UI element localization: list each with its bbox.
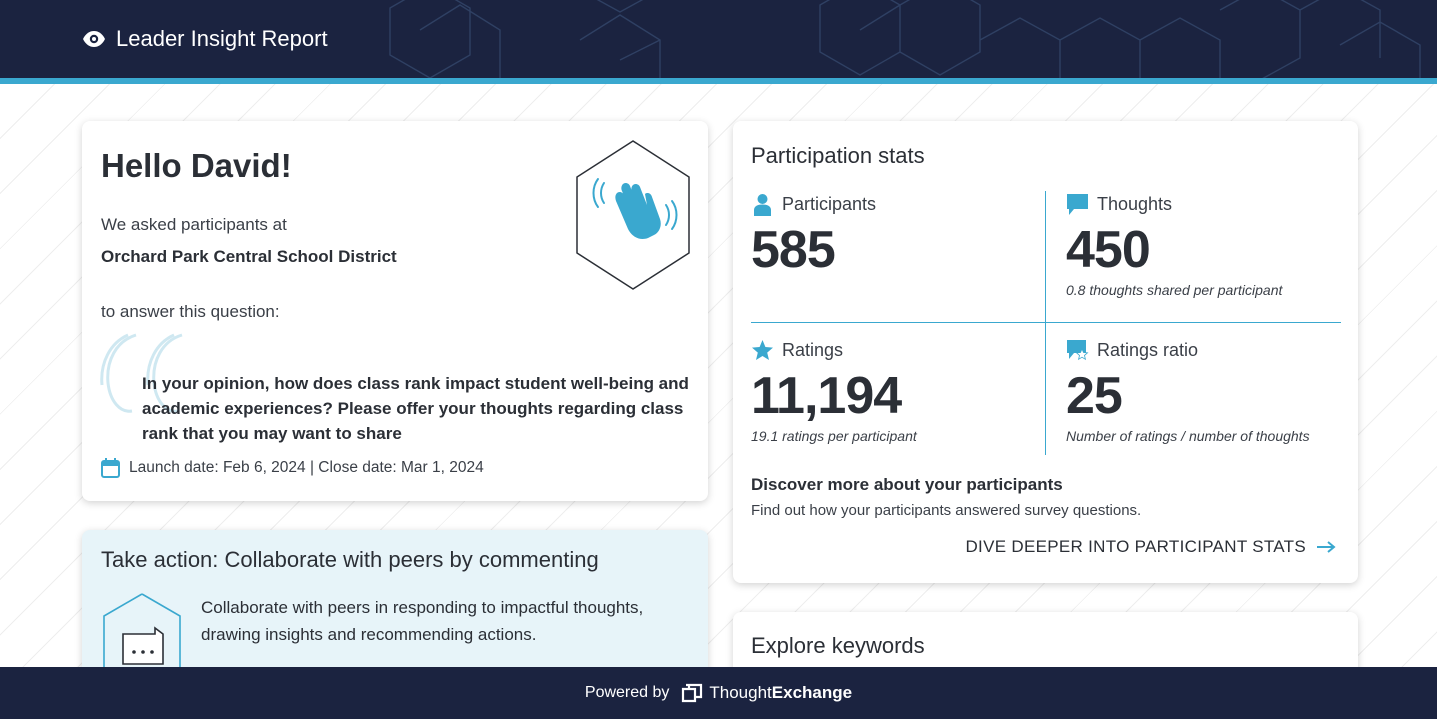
discover-text: Find out how your participants answered … <box>751 502 1142 519</box>
action-description: Collaborate with peers in responding to … <box>201 598 644 644</box>
ratio-star-icon <box>1067 340 1089 361</box>
keywords-title: Explore keywords <box>751 633 925 658</box>
header-bar: Leader Insight Report <box>0 0 1437 78</box>
ratings-value: 11,194 <box>751 367 902 425</box>
participants-value: 585 <box>751 221 836 279</box>
dive-deeper-label: DIVE DEEPER INTO PARTICIPANT STATS <box>965 537 1306 556</box>
report-title: Leader Insight Report <box>116 26 328 51</box>
stat-participants: Participants 585 <box>751 193 876 280</box>
stat-ratings-ratio: Ratings ratio 25 Number of ratings / num… <box>1066 339 1310 444</box>
take-action-card[interactable]: Take action: Collaborate with peers by c… <box>82 530 708 680</box>
stats-divider-vertical <box>1045 191 1046 455</box>
thoughts-value: 450 <box>1066 221 1151 279</box>
person-icon <box>754 194 771 216</box>
action-title: Take action: Collaborate with peers by c… <box>101 547 599 572</box>
header-accent-line <box>0 78 1437 84</box>
answer-text: to answer this question: <box>101 302 280 321</box>
participants-label: Participants <box>782 194 877 214</box>
asked-text: We asked participants at <box>101 215 287 234</box>
dates-text: Launch date: Feb 6, 2024 | Close date: M… <box>129 459 484 476</box>
stats-title: Participation stats <box>751 143 925 168</box>
thoughts-label: Thoughts <box>1097 194 1173 214</box>
greeting-title: Hello David! <box>101 147 292 184</box>
stats-divider-horizontal <box>751 322 1341 323</box>
hexagon-pattern <box>389 0 1421 78</box>
footer-bar: Powered by ThoughtExchange <box>0 667 1437 719</box>
stat-thoughts: Thoughts 450 0.8 thoughts shared per par… <box>1066 193 1282 298</box>
brand-light: Thought <box>709 683 772 702</box>
speech-bubble-icon <box>1067 194 1088 215</box>
stat-ratings: Ratings 11,194 19.1 ratings per particip… <box>751 339 917 444</box>
survey-question: In your opinion, how does class rank imp… <box>142 374 689 443</box>
report-brand[interactable]: Leader Insight Report <box>82 26 328 52</box>
arrow-right-icon <box>1317 541 1336 553</box>
ratio-label: Ratings ratio <box>1097 340 1199 360</box>
dive-deeper-link[interactable]: DIVE DEEPER INTO PARTICIPANT STATS <box>965 537 1336 557</box>
survey-dates: Launch date: Feb 6, 2024 | Close date: M… <box>101 458 484 478</box>
ratio-note: Number of ratings / number of thoughts <box>1066 428 1310 444</box>
waving-hand-icon <box>576 140 690 290</box>
ratings-note: 19.1 ratings per participant <box>751 428 917 444</box>
powered-by-text: Powered by <box>584 684 670 701</box>
thoughtexchange-logo[interactable]: ThoughtExchange <box>681 682 852 704</box>
participation-stats-card: Participation stats Participants 585 Tho… <box>733 121 1358 583</box>
star-icon <box>752 340 773 360</box>
thoughts-note: 0.8 thoughts shared per participant <box>1066 282 1283 298</box>
eye-icon <box>83 31 105 47</box>
brand-bold: Exchange <box>771 683 853 702</box>
discover-title: Discover more about your participants <box>751 475 1063 494</box>
ratings-label: Ratings <box>782 340 844 360</box>
thoughtexchange-icon <box>682 683 703 703</box>
ratio-value: 25 <box>1066 367 1123 425</box>
calendar-icon <box>101 458 120 478</box>
organization-name: Orchard Park Central School District <box>101 247 397 266</box>
greeting-card: Hello David! We asked participants at Or… <box>82 121 708 501</box>
